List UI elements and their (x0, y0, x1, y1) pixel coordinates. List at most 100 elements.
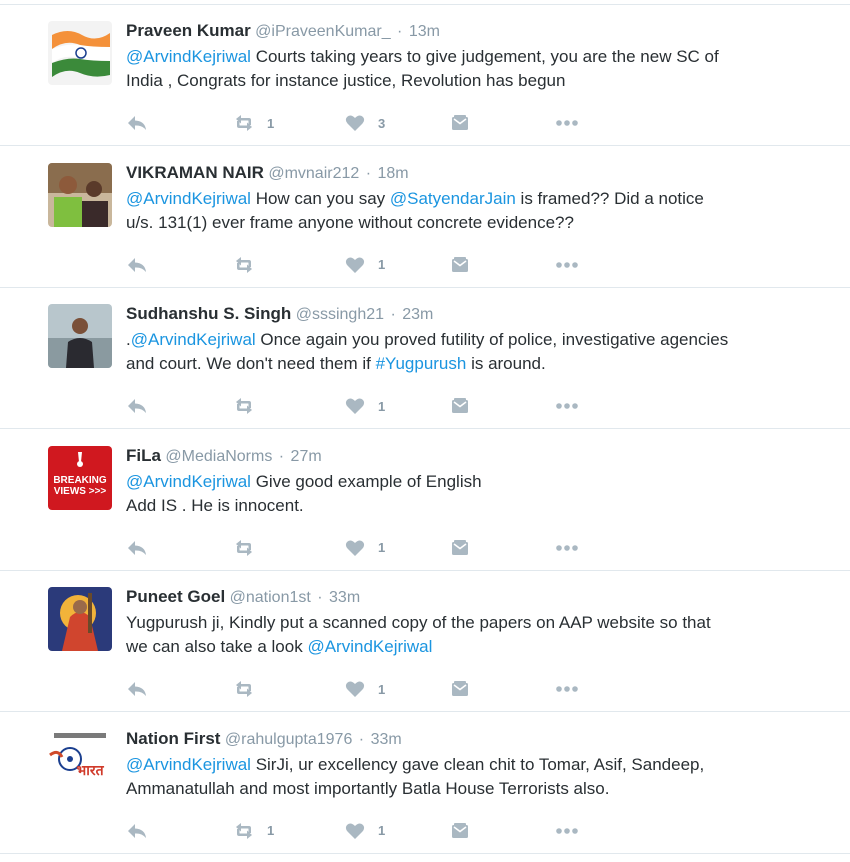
more-button[interactable] (554, 677, 580, 701)
author-name[interactable]: Puneet Goel (126, 587, 225, 606)
timestamp[interactable]: 18m (378, 165, 409, 182)
direct-message-button[interactable] (449, 111, 471, 135)
retweet-button[interactable]: 1 (233, 819, 274, 843)
avatar[interactable]: BREAKING VIEWS >>> (48, 445, 112, 510)
author-handle[interactable]: @sssingh21 (291, 306, 384, 323)
avatar[interactable] (48, 21, 112, 85)
reply-button[interactable] (126, 819, 148, 843)
tweet-actions: 1 (126, 536, 606, 560)
mention-link[interactable]: @ArvindKejriwal (126, 472, 251, 491)
mention-link[interactable]: #Yugpurush (376, 354, 467, 373)
direct-message-button[interactable] (449, 253, 471, 277)
more-button[interactable] (554, 394, 580, 418)
more-button[interactable] (554, 536, 580, 560)
more-button[interactable] (554, 111, 580, 135)
timestamp[interactable]: 33m (329, 589, 360, 606)
separator-dot: · (361, 164, 376, 182)
text-segment: SirJi, ur excellency gave clean chit to … (250, 754, 705, 774)
timestamp[interactable]: 33m (371, 731, 402, 748)
separator-dot: · (354, 730, 369, 748)
direct-message-button[interactable] (449, 536, 471, 560)
author-name[interactable]: VIKRAMAN NAIR (126, 163, 264, 182)
like-button[interactable]: 1 (344, 536, 385, 560)
text-segment: we can also take a look (126, 637, 308, 656)
retweet-button[interactable] (233, 536, 255, 560)
text-segment: Once again you proved futility of police… (255, 330, 729, 349)
heart-icon (344, 255, 366, 275)
like-count: 3 (378, 115, 386, 131)
reply-button[interactable] (126, 677, 148, 701)
more-button[interactable] (554, 819, 580, 843)
tweet-text-line: Yugpurush ji, Kindly put a scanned copy … (126, 611, 816, 635)
like-count: 1 (378, 540, 386, 555)
direct-message-button[interactable] (449, 394, 471, 418)
reply-button[interactable] (126, 536, 148, 560)
like-button[interactable]: 3 (344, 111, 385, 135)
retweet-button[interactable] (233, 253, 255, 277)
avatar[interactable]: भारत (48, 728, 112, 793)
tweet-item[interactable]: VIKRAMAN NAIR @mvnair212 · 18m @ArvindKej… (0, 147, 850, 288)
tweet-text-line: India , Congrats for instance justice, R… (126, 69, 816, 93)
envelope-icon (449, 538, 471, 558)
reply-arrow-icon (126, 255, 148, 275)
mention-link[interactable]: @ArvindKejriwal (126, 47, 251, 66)
reply-arrow-icon (126, 396, 148, 416)
author-handle[interactable]: @iPraveenKumar_ (251, 23, 390, 40)
text-segment: India , Congrats for instance justice, R… (126, 71, 566, 90)
tweet-actions: 11 (126, 819, 606, 843)
tweet-actions: 1 (126, 394, 606, 418)
ellipsis-icon (554, 538, 580, 558)
retweet-arrows-icon (233, 396, 255, 416)
tweet-item[interactable]: भारत Nation First @rahulgupta1976 · 33m @A… (0, 713, 850, 854)
like-button[interactable]: 1 (344, 253, 385, 277)
mention-link[interactable]: @ArvindKejriwal (131, 330, 256, 349)
tweet-item[interactable]: BREAKING VIEWS >>> FiLa @MediaNorms · 27m… (0, 430, 850, 571)
author-name[interactable]: Praveen Kumar (126, 21, 251, 40)
retweet-button[interactable] (233, 677, 255, 701)
mention-link[interactable]: @ArvindKejriwal (126, 755, 251, 774)
direct-message-button[interactable] (449, 677, 471, 701)
mention-link[interactable]: @ArvindKejriwal (307, 637, 432, 656)
mention-link[interactable]: @SatyendarJain (390, 189, 516, 208)
tweet-text: @ArvindKejriwal Give good example of Eng… (126, 470, 816, 518)
reply-button[interactable] (126, 394, 148, 418)
retweet-button[interactable]: 1 (233, 111, 274, 135)
retweet-button[interactable] (233, 394, 255, 418)
retweet-arrows-icon (233, 113, 255, 133)
tweet-item[interactable]: Puneet Goel @nation1st · 33m Yugpurush ji… (0, 571, 850, 712)
timestamp[interactable]: 27m (291, 448, 322, 465)
author-handle[interactable]: @mvnair212 (264, 165, 359, 182)
retweet-count: 1 (267, 823, 275, 838)
tweet-item[interactable]: Praveen Kumar @iPraveenKumar_ · 13m @Arvi… (0, 5, 850, 146)
tweet-text-line: and court. We don't need them if #Yugpur… (126, 352, 816, 376)
text-segment: Give good example of English (250, 471, 482, 491)
text-segment: is around. (466, 354, 546, 373)
like-button[interactable]: 1 (344, 677, 385, 701)
like-button[interactable]: 1 (344, 819, 385, 843)
author-name[interactable]: Sudhanshu S. Singh (126, 304, 291, 323)
reply-button[interactable] (126, 253, 148, 277)
avatar[interactable] (48, 304, 112, 368)
avatar[interactable] (48, 162, 112, 227)
envelope-icon (449, 396, 471, 416)
author-handle[interactable]: @MediaNorms (161, 448, 272, 465)
mention-link[interactable]: @ArvindKejriwal (126, 189, 251, 208)
author-handle[interactable]: @rahulgupta1976 (220, 731, 352, 748)
tweet-text-line: @ArvindKejriwal Give good example of Eng… (126, 470, 816, 494)
reply-button[interactable] (126, 111, 148, 135)
author-name[interactable]: Nation First (126, 729, 220, 748)
ellipsis-icon (554, 396, 580, 416)
tweet-item[interactable]: Sudhanshu S. Singh @sssingh21 · 23m .@Arv… (0, 288, 850, 429)
timestamp[interactable]: 23m (402, 306, 433, 323)
timestamp[interactable]: 13m (409, 23, 440, 40)
author-handle[interactable]: @nation1st (225, 589, 311, 606)
envelope-icon (449, 821, 471, 841)
separator-dot: · (312, 589, 328, 606)
tweet-text: Yugpurush ji, Kindly put a scanned copy … (126, 611, 816, 659)
direct-message-button[interactable] (449, 819, 471, 843)
avatar[interactable] (48, 587, 112, 651)
like-button[interactable]: 1 (344, 394, 385, 418)
tweet-text-line: Add IS . He is innocent. (126, 494, 816, 518)
more-button[interactable] (554, 253, 580, 277)
author-name[interactable]: FiLa (126, 446, 161, 465)
